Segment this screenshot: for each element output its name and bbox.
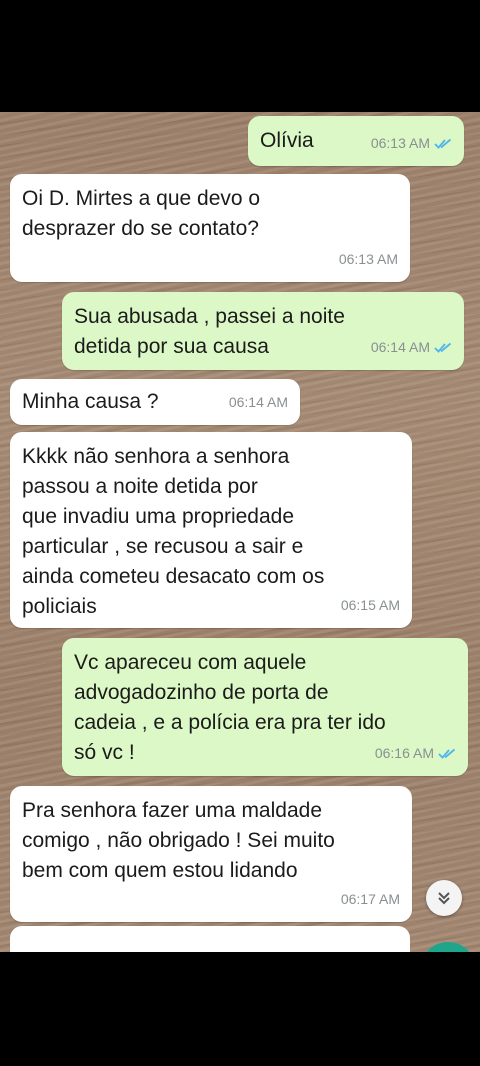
message-bubble-incoming[interactable]: Oi D. Mirtes a que devo o desprazer do s… [10,174,410,282]
message-meta: 06:15 AM [341,590,400,620]
message-text: Oi D. Mirtes a que devo o desprazer do s… [22,187,261,240]
message-text: Pra senhora fazer uma maldade comigo , n… [22,799,335,882]
action-button[interactable] [420,942,476,952]
message-time: 06:15 AM [340,597,400,613]
message-bubble-outgoing[interactable]: Olívia 06:13 AM [248,116,464,166]
message-meta: 06:14 AM [371,332,452,362]
message-time: 06:13 AM [370,135,430,151]
message-time: 06:16 AM [374,745,434,761]
message-bubble-outgoing[interactable]: Vc apareceu com aquele advogadozinho de … [62,638,468,776]
double-check-icon [438,748,456,759]
message-bubble-outgoing[interactable]: Sua abusada , passei a noite detida por … [62,292,464,370]
message-meta: 06:16 AM [375,738,456,768]
message-time: 06:14 AM [228,394,288,410]
message-meta: 06:13 AM [371,128,452,158]
message-time: 06:17 AM [340,891,400,907]
message-bubble-incoming[interactable]: Pra senhora fazer uma maldade comigo , n… [10,786,412,922]
chat-background: Olívia 06:13 AM Oi D. Mirtes a que devo … [0,112,480,952]
double-check-icon [434,138,452,149]
message-meta: 06:13 AM [339,244,398,274]
scroll-to-bottom-button[interactable] [426,880,462,916]
message-bubble-incoming[interactable]: Minha causa ? 06:14 AM [10,379,300,425]
message-meta: 06:14 AM [229,387,288,417]
message-bubble-incoming[interactable]: Kkkk não senhora a senhora passou a noit… [10,432,412,628]
double-check-icon [434,342,452,353]
message-time: 06:13 AM [338,251,398,267]
message-meta: 06:17 AM [341,884,400,914]
message-bubble-incoming-partial[interactable] [10,926,410,952]
chevron-double-down-icon [438,892,450,905]
message-time: 06:14 AM [370,339,430,355]
